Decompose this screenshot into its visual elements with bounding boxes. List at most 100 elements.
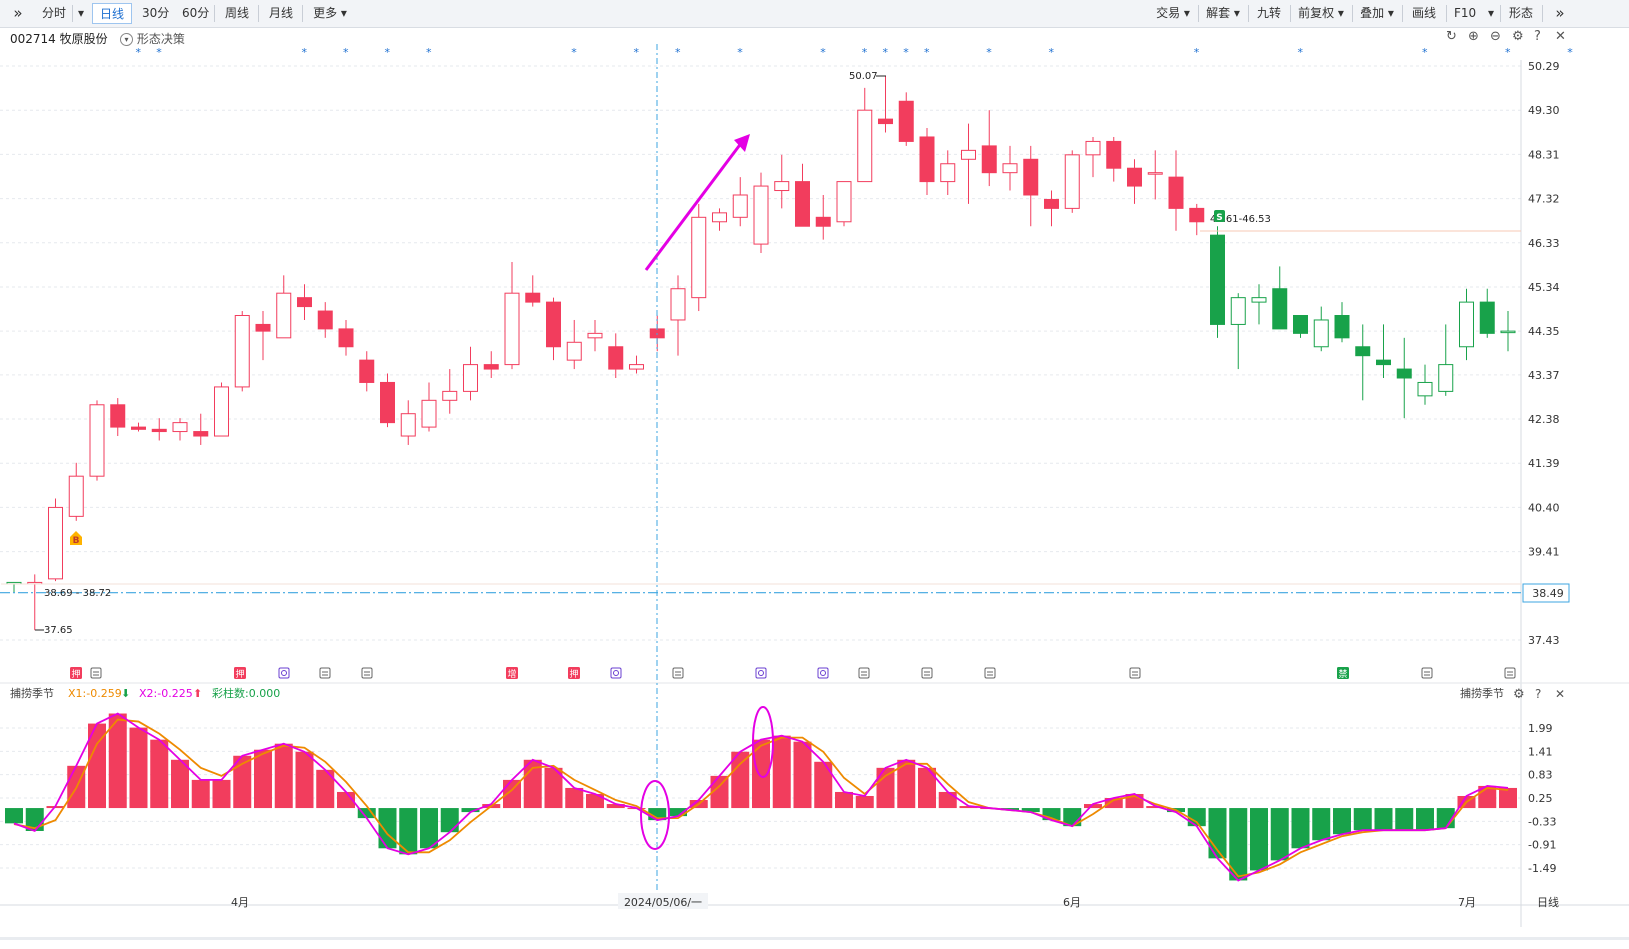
news-doc-icon[interactable] xyxy=(1129,667,1141,679)
candlesticks[interactable] xyxy=(6,75,1516,631)
lockup-badge[interactable]: 禁 xyxy=(1337,667,1349,680)
scrollbar-track[interactable] xyxy=(0,937,1629,940)
research-report-icon[interactable] xyxy=(278,667,290,679)
tab-weekly[interactable]: 周线 xyxy=(218,3,256,24)
candle[interactable] xyxy=(587,319,603,352)
tab-daily[interactable]: 日线 xyxy=(92,3,132,24)
candle[interactable] xyxy=(214,382,229,437)
news-doc-icon[interactable] xyxy=(984,667,996,679)
tab-more[interactable]: 更多 ▾ xyxy=(306,3,354,24)
candle[interactable] xyxy=(1127,159,1142,204)
candle[interactable] xyxy=(815,194,831,240)
candle[interactable] xyxy=(981,110,997,187)
candle[interactable] xyxy=(525,275,541,307)
candle[interactable] xyxy=(193,413,209,445)
candle[interactable] xyxy=(359,351,375,392)
overlay-menu[interactable]: 叠加 ▾ xyxy=(1354,3,1400,24)
research-report-icon[interactable] xyxy=(817,667,829,679)
candle[interactable] xyxy=(317,302,333,338)
pledge-badge[interactable]: 押 xyxy=(234,667,246,680)
candle[interactable] xyxy=(400,400,416,445)
candle[interactable] xyxy=(898,92,914,146)
candle[interactable] xyxy=(276,275,292,339)
pattern-button[interactable]: 形态 xyxy=(1502,3,1540,24)
kline-chart[interactable]: 50.29 49.30 48.31 47.32 46.33 45.34 44.35 43.37… xyxy=(0,28,1629,928)
candle[interactable] xyxy=(1396,337,1412,419)
candle[interactable] xyxy=(27,574,43,631)
candle[interactable] xyxy=(338,319,354,356)
candle[interactable] xyxy=(48,498,63,582)
nine-turn-button[interactable]: 九转 xyxy=(1250,3,1288,24)
sell-marker[interactable]: S xyxy=(1214,210,1225,223)
candle[interactable] xyxy=(172,418,188,441)
news-doc-icon[interactable] xyxy=(90,667,102,679)
candle[interactable] xyxy=(68,462,84,521)
candle[interactable] xyxy=(774,154,790,209)
candle[interactable] xyxy=(712,208,727,231)
candle[interactable] xyxy=(463,346,478,401)
candle[interactable] xyxy=(1002,145,1018,191)
tab-monthly[interactable]: 月线 xyxy=(262,3,300,24)
candle[interactable] xyxy=(234,311,250,392)
f10-button[interactable]: F10 xyxy=(1448,3,1482,24)
candle[interactable] xyxy=(1210,226,1225,338)
candle[interactable] xyxy=(919,128,935,195)
expand-sidebar-icon[interactable]: » xyxy=(4,3,32,24)
candle[interactable] xyxy=(1334,302,1350,343)
candle[interactable] xyxy=(961,123,976,204)
candle[interactable] xyxy=(1085,136,1101,178)
news-doc-icon[interactable] xyxy=(319,667,331,679)
buy-marker[interactable]: B xyxy=(70,531,82,546)
candle[interactable] xyxy=(110,398,126,437)
news-doc-icon[interactable] xyxy=(858,667,870,679)
candle[interactable] xyxy=(1044,190,1059,227)
unlock-menu[interactable]: 解套 ▾ xyxy=(1200,3,1246,24)
candle[interactable] xyxy=(1355,324,1371,401)
collapse-panel-icon[interactable]: » xyxy=(1546,3,1574,24)
indicator-help-icon[interactable]: ? xyxy=(1535,687,1541,701)
candle[interactable] xyxy=(1189,203,1205,236)
research-report-icon[interactable] xyxy=(755,667,767,679)
research-report-icon[interactable] xyxy=(610,667,622,679)
candle[interactable] xyxy=(297,284,312,320)
adjust-menu[interactable]: 前复权 ▾ xyxy=(1292,3,1350,24)
candle[interactable] xyxy=(629,355,644,374)
candle[interactable] xyxy=(151,418,167,441)
news-doc-icon[interactable] xyxy=(1504,667,1516,679)
candle[interactable] xyxy=(732,177,748,227)
candle[interactable] xyxy=(1459,288,1474,361)
candle[interactable] xyxy=(255,311,271,361)
candle[interactable] xyxy=(421,382,437,432)
candle[interactable] xyxy=(1376,324,1391,378)
candle[interactable] xyxy=(1272,266,1288,330)
candle[interactable] xyxy=(380,373,395,428)
candle[interactable] xyxy=(1168,150,1184,231)
candle[interactable] xyxy=(442,369,458,414)
candle[interactable] xyxy=(1500,311,1516,352)
candle[interactable] xyxy=(691,203,707,312)
candle[interactable] xyxy=(857,87,873,183)
candle[interactable] xyxy=(1479,288,1495,338)
candle[interactable] xyxy=(131,422,146,432)
candle[interactable] xyxy=(753,172,769,254)
tab-30min[interactable]: 30分 xyxy=(136,3,172,24)
news-doc-icon[interactable] xyxy=(1421,667,1433,679)
indicator-gear-icon[interactable]: ⚙ xyxy=(1513,687,1525,702)
increase-badge[interactable]: 增 xyxy=(506,667,518,680)
bottom-scrollbar[interactable] xyxy=(0,927,1629,949)
candle[interactable] xyxy=(1293,315,1308,338)
trade-menu[interactable]: 交易 ▾ xyxy=(1150,3,1196,24)
f10-dropdown-icon[interactable]: ▾ xyxy=(1482,3,1498,24)
candle[interactable] xyxy=(795,163,810,227)
candle[interactable] xyxy=(546,297,561,361)
candle[interactable] xyxy=(878,75,893,133)
news-doc-icon[interactable] xyxy=(921,667,933,679)
candle[interactable] xyxy=(1313,306,1329,352)
event-badges[interactable]: 押押增押禁 xyxy=(70,667,1516,680)
tab-minute[interactable]: 分时 xyxy=(36,3,70,24)
candle[interactable] xyxy=(1417,364,1433,405)
indicator-close-icon[interactable]: ✕ xyxy=(1555,687,1565,701)
candle[interactable] xyxy=(1147,150,1163,200)
candle[interactable] xyxy=(836,181,852,227)
candle[interactable] xyxy=(1064,150,1080,213)
